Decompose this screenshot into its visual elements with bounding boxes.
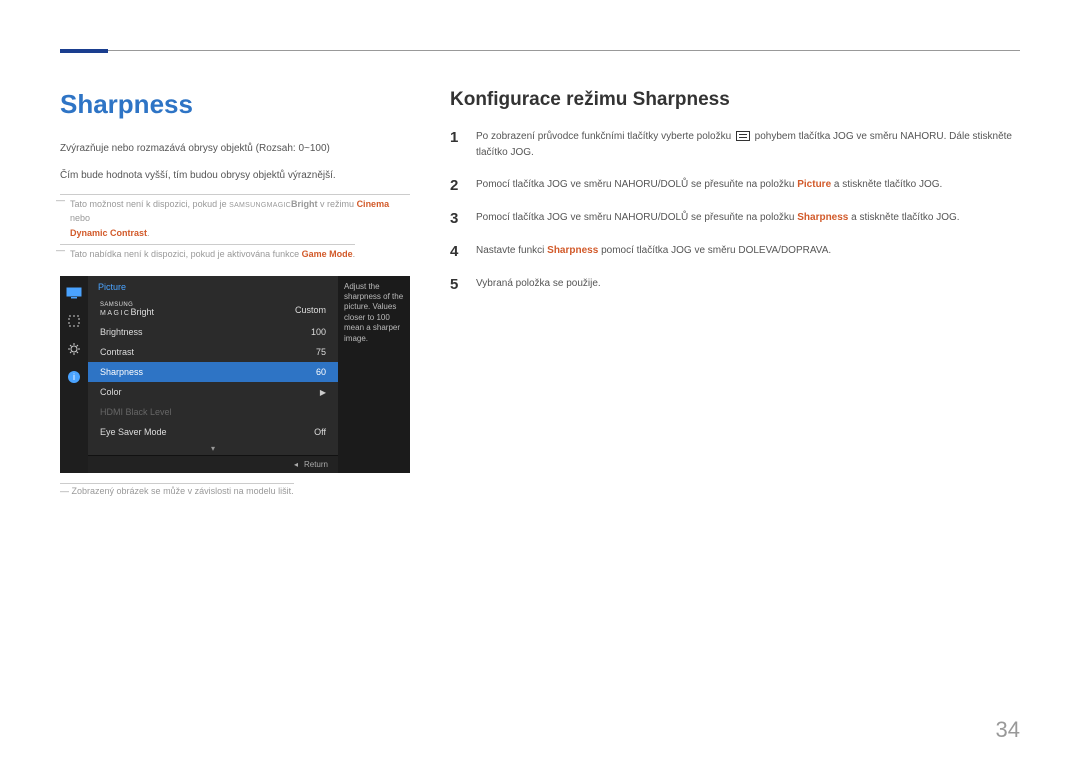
sidebar-gear-icon — [63, 338, 85, 360]
step-num-3: 3 — [450, 210, 464, 227]
step4-post: pomocí tlačítka JOG ve směru DOLEVA/DOPR… — [598, 245, 831, 256]
osd-row-color: Color ▶ — [88, 382, 338, 402]
step-num-1: 1 — [450, 129, 464, 146]
osd-label-color: Color — [100, 387, 122, 397]
sidebar-frame-icon — [63, 310, 85, 332]
cinema-kw: Cinema — [357, 199, 390, 209]
note-gamemode: Tato nabídka není k dispozici, pokud je … — [60, 244, 355, 261]
top-rule — [60, 50, 1020, 51]
step-2: 2 Pomocí tlačítka JOG ve směru NAHORU/DO… — [450, 177, 1020, 194]
osd-label-brightness: Brightness — [100, 327, 143, 337]
desc-effect: Čím bude hodnota vyšší, tím budou obrysy… — [60, 167, 410, 184]
osd-header: Picture — [88, 276, 338, 298]
step-text-1: Po zobrazení průvodce funkčními tlačítky… — [476, 129, 1020, 161]
sidebar-monitor-icon — [63, 282, 85, 304]
game-mode-kw: Game Mode — [302, 249, 353, 259]
step-num-4: 4 — [450, 243, 464, 260]
osd-down-indicator: ▾ — [88, 442, 338, 455]
osd-value-contrast: 75 — [316, 347, 326, 357]
osd-value-magicbright: Custom — [295, 305, 326, 315]
note1-pre: Tato možnost není k dispozici, pokud je — [70, 199, 229, 209]
osd-value-sharpness: 60 — [316, 367, 326, 377]
osd-value-brightness: 100 — [311, 327, 326, 337]
step-text-2: Pomocí tlačítka JOG ve směru NAHORU/DOLŮ… — [476, 177, 942, 193]
step-4: 4 Nastavte funkci Sharpness pomocí tlačí… — [450, 243, 1020, 260]
osd-sidebar: i — [60, 276, 88, 474]
step5-pre: Vybraná položka se použije. — [476, 278, 601, 289]
magic-prefix: MAGIC — [267, 202, 291, 209]
osd-row-magicbright: SAMSUNG MAGICBright Custom — [88, 298, 338, 323]
step-text-3: Pomocí tlačítka JOG ve směru NAHORU/DOLŮ… — [476, 210, 960, 226]
osd-caption: Zobrazený obrázek se může v závislosti n… — [60, 483, 294, 496]
step-3: 3 Pomocí tlačítka JOG ve směru NAHORU/DO… — [450, 210, 1020, 227]
note1-mid: v režimu — [318, 199, 357, 209]
step-text-5: Vybraná položka se použije. — [476, 276, 601, 292]
dynamic-contrast-kw: Dynamic Contrast — [70, 228, 147, 238]
note2-pre: Tato nabídka není k dispozici, pokud je … — [70, 249, 302, 259]
osd-value-eyesaver: Off — [314, 427, 326, 437]
osd-main: Picture SAMSUNG MAGICBright Custom Brigh… — [88, 276, 338, 474]
note-cinema: Tato možnost není k dispozici, pokud je … — [60, 194, 410, 240]
osd-label-hdmi: HDMI Black Level — [100, 407, 172, 417]
section-title: Sharpness — [60, 89, 410, 120]
config-title: Konfigurace režimu Sharpness — [450, 89, 1020, 111]
desc-range: Zvýrazňuje nebo rozmazává obrysy objektů… — [60, 140, 410, 157]
magic-label: MAGIC — [100, 310, 130, 317]
step-text-4: Nastavte funkci Sharpness pomocí tlačítk… — [476, 243, 831, 259]
osd-bottom-bar: ◂ Return — [88, 455, 338, 473]
step-num-5: 5 — [450, 276, 464, 293]
osd-label-magicbright: SAMSUNG MAGICBright — [100, 303, 154, 318]
step2-kw: Picture — [797, 179, 831, 190]
steps-list: 1 Po zobrazení průvodce funkčními tlačít… — [450, 129, 1020, 293]
sidebar-info-icon: i — [63, 366, 85, 388]
step3-pre: Pomocí tlačítka JOG ve směru NAHORU/DOLŮ… — [476, 212, 797, 223]
step2-pre: Pomocí tlačítka JOG ve směru NAHORU/DOLŮ… — [476, 179, 797, 190]
step3-kw: Sharpness — [797, 212, 848, 223]
step2-post: a stiskněte tlačítko JOG. — [831, 179, 942, 190]
osd-value-color: ▶ — [320, 388, 326, 397]
osd-return-label: Return — [304, 460, 328, 469]
step-1: 1 Po zobrazení průvodce funkčními tlačít… — [450, 129, 1020, 161]
osd-row-contrast: Contrast 75 — [88, 342, 338, 362]
osd-row-sharpness: Sharpness 60 — [88, 362, 338, 382]
osd-row-eyesaver: Eye Saver Mode Off — [88, 422, 338, 442]
step-num-2: 2 — [450, 177, 464, 194]
page-number: 34 — [996, 717, 1020, 743]
step-5: 5 Vybraná položka se použije. — [450, 276, 1020, 293]
menu-icon — [736, 131, 750, 141]
step3-post: a stiskněte tlačítko JOG. — [848, 212, 959, 223]
osd-info-panel: Adjust the sharpness of the picture. Val… — [338, 276, 410, 474]
note1-end: . — [147, 228, 150, 238]
bright-label: Bright — [130, 307, 154, 317]
osd-row-brightness: Brightness 100 — [88, 322, 338, 342]
step4-kw: Sharpness — [547, 245, 598, 256]
note1-or: nebo — [70, 213, 90, 223]
svg-text:i: i — [73, 372, 75, 382]
osd-screenshot: i Picture SAMSUNG MAGICBright Custom Bri… — [60, 276, 410, 474]
note2-end: . — [353, 249, 356, 259]
osd-label-sharpness: Sharpness — [100, 367, 143, 377]
osd-label-contrast: Contrast — [100, 347, 134, 357]
samsung-prefix: SAMSUNG — [229, 202, 267, 209]
osd-back-arrow-icon: ◂ — [294, 460, 298, 469]
step4-pre: Nastavte funkci — [476, 245, 547, 256]
step1-pre: Po zobrazení průvodce funkčními tlačítky… — [476, 131, 734, 142]
osd-label-eyesaver: Eye Saver Mode — [100, 427, 167, 437]
magic-bright: Bright — [291, 199, 318, 209]
osd-row-hdmi: HDMI Black Level — [88, 402, 338, 422]
